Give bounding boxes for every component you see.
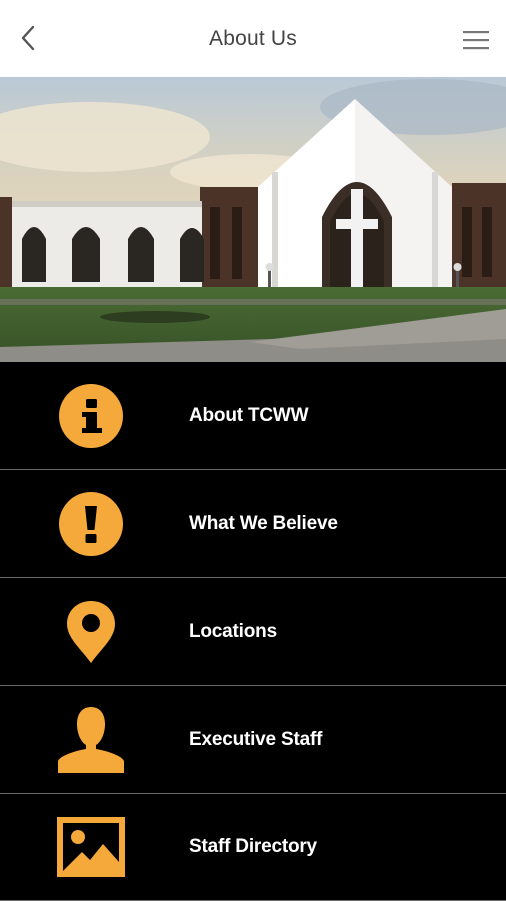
menu-item-label: About TCWW [189,404,309,426]
hero-image [0,77,506,362]
exclamation-icon [56,489,126,559]
image-icon [56,812,126,882]
hamburger-menu-icon [463,31,489,50]
menu-button[interactable] [460,24,492,56]
app-header: About Us [0,0,506,77]
menu-item-locations[interactable]: Locations [0,578,506,686]
menu-item-label: Staff Directory [189,836,317,857]
page-title: About Us [209,26,297,50]
menu-item-executive-staff[interactable]: Executive Staff [0,686,506,794]
church-photo [0,77,506,362]
chevron-left-icon [21,25,35,51]
menu-item-label: Locations [189,620,277,642]
info-icon [56,381,126,451]
back-button[interactable] [12,22,44,54]
menu-item-label: What We Believe [189,512,338,534]
menu-item-label: Executive Staff [189,728,323,750]
map-pin-icon [56,597,126,667]
menu-item-about-tcww[interactable]: About TCWW [0,362,506,470]
person-icon [56,705,126,775]
menu-item-what-we-believe[interactable]: What We Believe [0,470,506,578]
menu-item-staff-directory[interactable]: Staff Directory [0,794,506,901]
menu-list: About TCWW What We Believe Locations Exe… [0,362,506,901]
